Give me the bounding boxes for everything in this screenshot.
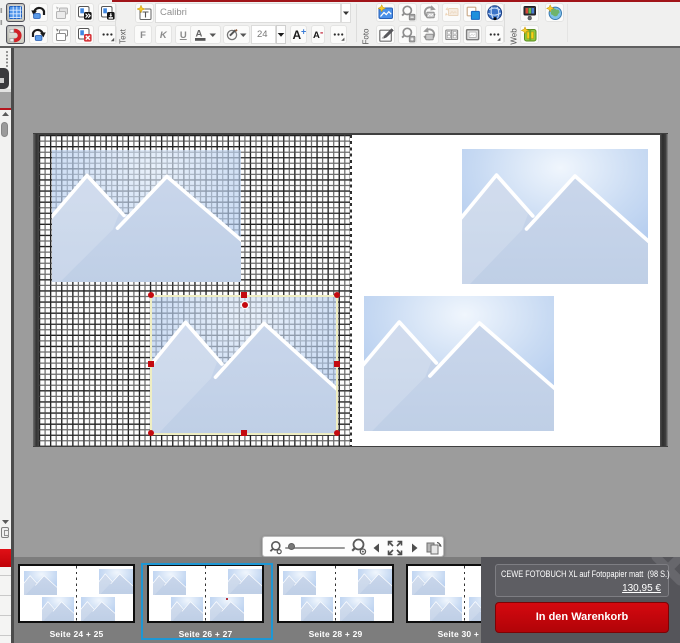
svg-text:-: - [320, 28, 323, 39]
svg-text:A: A [196, 29, 203, 40]
svg-text:A: A [313, 30, 320, 41]
svg-text:+: + [301, 27, 306, 37]
